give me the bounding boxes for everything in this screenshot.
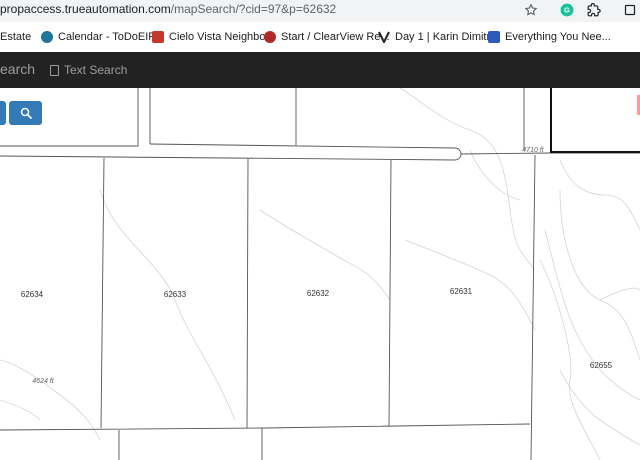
text-search-label: Text Search: [64, 63, 128, 77]
parcel-label-62633[interactable]: 62633: [164, 290, 187, 299]
bookmark-label: Calendar - ToDoEIP...: [58, 31, 164, 43]
bookmark-label: Cielo Vista Neighbo...: [169, 31, 275, 43]
search-link[interactable]: earch: [0, 61, 35, 77]
bookmark-calendar[interactable]: Calendar - ToDoEIP...: [41, 29, 163, 45]
window-icon[interactable]: [622, 2, 638, 18]
bookmarks-bar: Estate Calendar - ToDoEIP... Cielo Vista…: [0, 22, 640, 53]
document-icon: [50, 64, 59, 76]
bookmark-day1[interactable]: Day 1 | Karin Dimitr...: [378, 29, 499, 45]
bookmark-clearview[interactable]: Start / ClearView Re...: [264, 29, 390, 45]
grammarly-icon[interactable]: G: [559, 2, 575, 18]
clearview-icon: [264, 31, 276, 43]
elevation-label: 4624 ft: [32, 378, 54, 385]
article-icon: [488, 31, 500, 43]
parcel-label-62655[interactable]: 62655: [590, 361, 613, 370]
url-bar[interactable]: propaccess.trueautomation.com/mapSearch/…: [0, 0, 640, 22]
bookmark-estate[interactable]: Estate: [0, 29, 31, 45]
elevation-label: 4710 ft: [522, 147, 544, 154]
app-navbar: earch Text Search: [0, 52, 640, 88]
url-text[interactable]: propaccess.trueautomation.com/mapSearch/…: [0, 2, 336, 16]
parcel-label-62634[interactable]: 62634: [21, 290, 44, 299]
parcel-label-62631[interactable]: 62631: [450, 287, 473, 296]
bookmark-everything[interactable]: Everything You Nee...: [488, 29, 611, 45]
url-host: propaccess.trueautomation.com: [0, 2, 171, 16]
parcel-label-62632[interactable]: 62632: [307, 289, 330, 298]
text-search-link[interactable]: Text Search: [50, 60, 127, 80]
bookmark-label: Estate: [0, 31, 32, 43]
map-canvas[interactable]: 62634 62633 62632 62631 62655 4710 ft 46…: [0, 88, 640, 460]
map-search-button[interactable]: [9, 101, 42, 125]
search-field-edge[interactable]: [0, 101, 6, 125]
bookmark-label: Start / ClearView Re...: [281, 31, 390, 43]
neighborhood-icon: [152, 31, 164, 43]
v-logo-icon: [378, 31, 390, 45]
svg-text:G: G: [564, 6, 570, 15]
bookmark-label: Everything You Nee...: [505, 31, 611, 43]
url-path: /mapSearch/?cid=97&p=62632: [170, 2, 337, 16]
star-icon[interactable]: [523, 2, 539, 18]
bookmark-label: Day 1 | Karin Dimitr...: [395, 31, 499, 43]
contour-lines: [0, 88, 640, 460]
extension-icon[interactable]: [586, 2, 602, 18]
parcel-boundaries: [0, 88, 640, 460]
bookmark-cielo-vista[interactable]: Cielo Vista Neighbo...: [152, 29, 275, 45]
wordpress-icon: [41, 31, 53, 43]
magnifier-icon: [20, 107, 32, 119]
parcel-map[interactable]: 62634 62633 62632 62631 62655 4710 ft 46…: [0, 88, 640, 460]
